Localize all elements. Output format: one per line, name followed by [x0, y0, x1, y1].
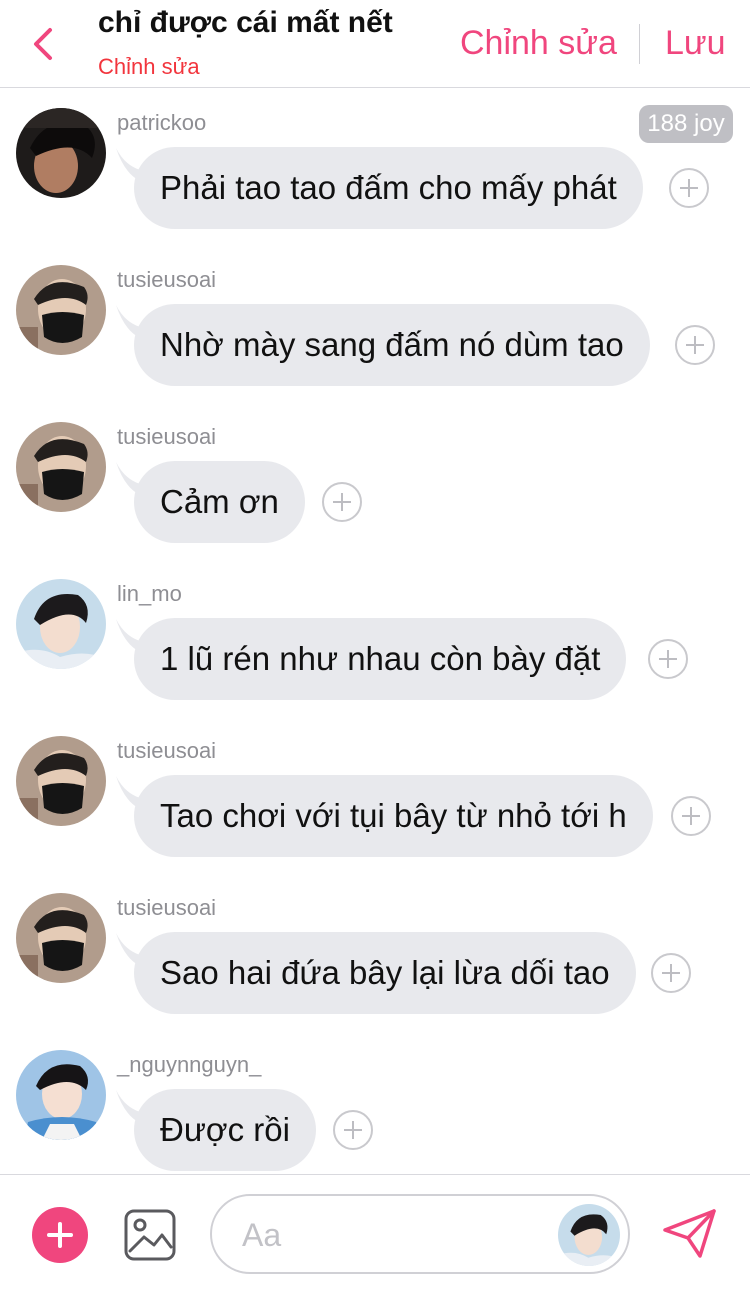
message-bubble[interactable]: Sao hai đứa bây lại lừa dối tao: [134, 932, 636, 1014]
avatar[interactable]: [16, 422, 106, 512]
avatar[interactable]: [16, 108, 106, 198]
message-bubble[interactable]: Phải tao tao đấm cho mấy phát: [134, 147, 643, 229]
avatar[interactable]: [558, 1204, 620, 1266]
message-list[interactable]: patrickoo Phải tao tao đấm cho mấy phát …: [0, 88, 750, 1174]
message-username: tusieusoai: [117, 267, 217, 292]
message-bubble[interactable]: Tao chơi với tụi bây từ nhỏ tới h: [134, 775, 653, 857]
save-button[interactable]: Lưu: [665, 24, 726, 63]
add-reaction-button[interactable]: [671, 796, 711, 836]
chat-header: chỉ được cái mất nết Chỉnh sửa Chỉnh sửa…: [0, 0, 750, 88]
edit-button[interactable]: Chỉnh sửa: [460, 24, 617, 63]
message-bubble[interactable]: Được rồi: [134, 1089, 316, 1171]
chat-title: chỉ được cái mất nết: [98, 6, 393, 39]
message-username: tusieusoai: [117, 895, 217, 920]
avatar[interactable]: [16, 736, 106, 826]
avatar[interactable]: [16, 893, 106, 983]
message-username: tusieusoai: [117, 424, 217, 449]
add-reaction-button[interactable]: [675, 325, 715, 365]
composer-bar: [0, 1174, 750, 1295]
back-arrow-icon[interactable]: [28, 22, 62, 66]
add-reaction-button[interactable]: [648, 639, 688, 679]
add-reaction-button[interactable]: [322, 482, 362, 522]
message-bubble[interactable]: Nhờ mày sang đấm nó dùm tao: [134, 304, 650, 386]
message-username: _nguynnguyn_: [117, 1052, 262, 1077]
avatar[interactable]: [16, 265, 106, 355]
add-reaction-button[interactable]: [651, 953, 691, 993]
message-username: patrickoo: [117, 110, 207, 135]
message-item: lin_mo 1 lũ rén như nhau còn bày đặt: [0, 559, 750, 716]
chat-subtitle[interactable]: Chỉnh sửa: [98, 54, 200, 80]
joy-badge: 188 joy: [639, 105, 733, 143]
message-item: patrickoo Phải tao tao đấm cho mấy phát: [0, 88, 750, 245]
header-divider: [639, 24, 640, 64]
message-bubble[interactable]: 1 lũ rén như nhau còn bày đặt: [134, 618, 627, 700]
message-input-wrapper: [210, 1194, 630, 1274]
add-reaction-button[interactable]: [333, 1110, 373, 1150]
message-item: tusieusoai Sao hai đứa bây lại lừa dối t…: [0, 873, 750, 1030]
message-bubble[interactable]: Cảm ơn: [134, 461, 305, 543]
message-username: lin_mo: [117, 581, 182, 606]
message-item: tusieusoai Tao chơi với tụi bây từ nhỏ t…: [0, 716, 750, 873]
message-input[interactable]: [240, 1210, 544, 1260]
send-icon[interactable]: [662, 1208, 718, 1260]
plus-circle-icon[interactable]: [32, 1207, 88, 1263]
image-icon[interactable]: [124, 1209, 176, 1261]
avatar[interactable]: [16, 1050, 106, 1140]
message-item: _nguynnguyn_ Được rồi: [0, 1030, 750, 1174]
message-item: tusieusoai Cảm ơn: [0, 402, 750, 559]
avatar[interactable]: [16, 579, 106, 669]
message-username: tusieusoai: [117, 738, 217, 763]
message-item: tusieusoai Nhờ mày sang đấm nó dùm tao: [0, 245, 750, 402]
add-reaction-button[interactable]: [669, 168, 709, 208]
